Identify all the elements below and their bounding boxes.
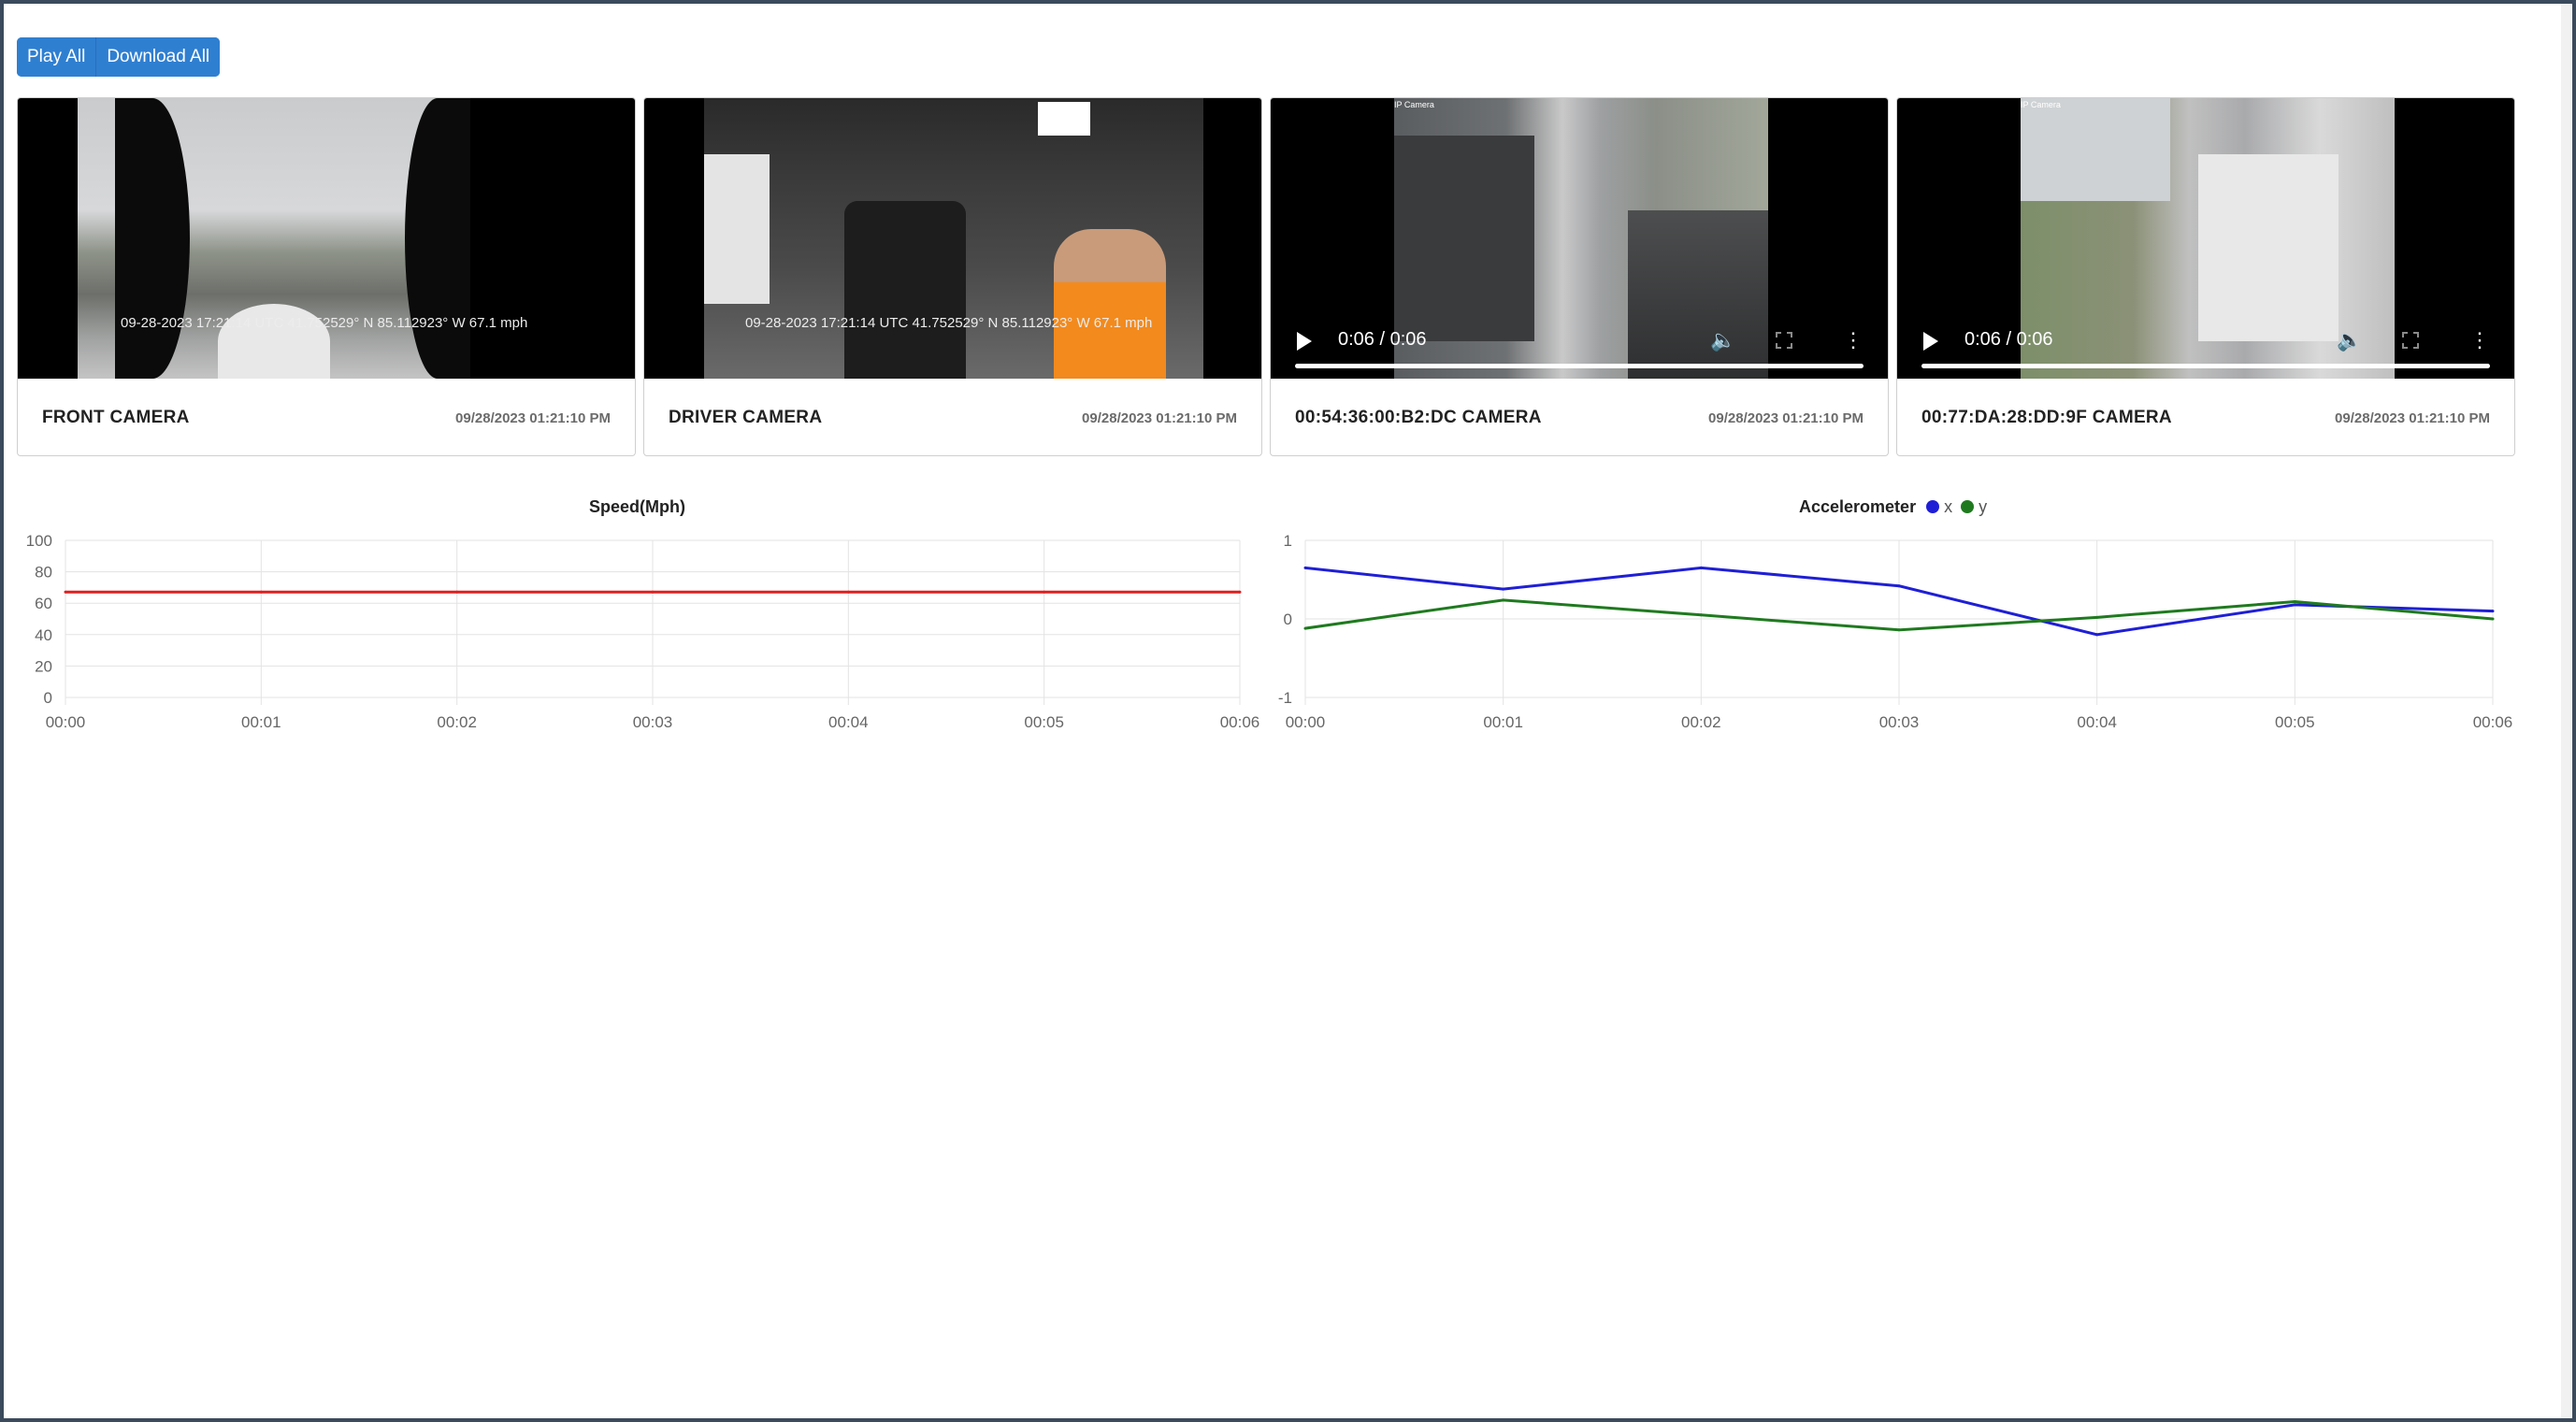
ip-camera-label: IP Camera — [2021, 100, 2061, 109]
chart-title-row: Accelerometer x y — [1799, 497, 1987, 517]
camera-card-driver: 09-28-2023 17:21:14 UTC 41.752529° N 85.… — [643, 97, 1262, 456]
camera-timestamp: 09/28/2023 01:21:10 PM — [1708, 409, 1864, 426]
camera-title: 00:54:36:00:B2:DC CAMERA — [1295, 408, 1542, 427]
play-all-button[interactable]: Play All — [17, 37, 96, 77]
data-point — [2293, 603, 2296, 607]
camera-frame[interactable]: 09-28-2023 17:21:14 UTC 41.752529° N 85.… — [644, 98, 1261, 379]
y-tick-label: 100 — [26, 532, 52, 550]
data-point — [455, 590, 459, 594]
y-tick-label: 1 — [1284, 532, 1292, 550]
y-tick-label: 0 — [44, 689, 52, 707]
download-all-button[interactable]: Download All — [95, 37, 221, 77]
y-tick-label: -1 — [1278, 689, 1292, 707]
y-tick-label: 60 — [35, 595, 52, 612]
x-tick-label: 00:02 — [1681, 713, 1721, 731]
data-point — [64, 590, 67, 594]
video-player[interactable]: IP Camera 0:06 / 0:06 🔈 ⋮ — [1271, 98, 1888, 379]
camera-timestamp: 09/28/2023 01:21:10 PM — [1082, 409, 1237, 426]
camera-card-ip-2: IP Camera 0:06 / 0:06 🔈 ⋮ 00:77:DA:28:DD… — [1896, 97, 2515, 456]
x-tick-label: 00:02 — [437, 713, 477, 731]
camera-title: DRIVER CAMERA — [669, 408, 823, 427]
toolbar: Play All Download All — [17, 37, 221, 77]
camera-card-ip-1: IP Camera 0:06 / 0:06 🔈 ⋮ 00:54:36:00:B2… — [1270, 97, 1889, 456]
video-player[interactable]: IP Camera 0:06 / 0:06 🔈 ⋮ — [1897, 98, 2514, 379]
x-tick-label: 00:05 — [1024, 713, 1064, 731]
data-point — [2095, 615, 2099, 619]
camera-overlay-text: 09-28-2023 17:21:14 UTC 41.752529° N 85.… — [745, 315, 1153, 331]
video-time: 0:06 / 0:06 — [1338, 329, 1427, 350]
camera-frame[interactable]: 09-28-2023 17:21:14 UTC 41.752529° N 85.… — [18, 98, 635, 379]
camera-cards: 09-28-2023 17:21:14 UTC 41.752529° N 85.… — [17, 97, 2515, 456]
play-icon[interactable] — [1923, 332, 1938, 351]
chart-title: Accelerometer — [1799, 497, 1917, 516]
chart-title: Speed(Mph) — [589, 497, 685, 516]
data-point — [2491, 617, 2495, 621]
data-point — [1897, 628, 1901, 632]
data-point — [1303, 566, 1307, 569]
x-tick-label: 00:00 — [1286, 713, 1326, 731]
front-camera-image — [78, 98, 470, 379]
x-tick-label: 00:03 — [1879, 713, 1920, 731]
legend-x-swatch — [1926, 500, 1940, 513]
play-icon[interactable] — [1297, 332, 1312, 351]
data-point — [651, 590, 655, 594]
y-tick-label: 80 — [35, 564, 52, 582]
data-point — [1502, 598, 1505, 602]
data-point — [1502, 587, 1505, 591]
x-tick-label: 00:06 — [1220, 713, 1260, 731]
x-tick-label: 00:05 — [2275, 713, 2315, 731]
camera-title: FRONT CAMERA — [42, 408, 190, 427]
data-point — [846, 590, 850, 594]
video-progress-bar[interactable] — [1921, 364, 2490, 368]
speed-chart: Speed(Mph) 0 20 40 60 80 100 00:00 00:01 00:02 00… — [17, 490, 1260, 756]
x-tick-label: 00:01 — [241, 713, 281, 731]
accelerometer-chart: Accelerometer x y -1 0 1 00:00 00:01 00:02 00:… — [1257, 490, 2528, 756]
more-options-icon[interactable]: ⋮ — [1843, 330, 1864, 351]
data-point — [1303, 626, 1307, 630]
data-point — [1238, 590, 1242, 594]
y-tick-label: 0 — [1284, 610, 1292, 628]
x-tick-label: 00:01 — [1483, 713, 1523, 731]
more-options-icon[interactable]: ⋮ — [2469, 330, 2490, 351]
data-point — [2095, 633, 2099, 637]
camera-card-front: 09-28-2023 17:21:14 UTC 41.752529° N 85.… — [17, 97, 636, 456]
camera-timestamp: 09/28/2023 01:21:10 PM — [2335, 409, 2490, 426]
video-controls: 0:06 / 0:06 🔈 ⋮ — [1271, 304, 1888, 379]
legend-y-label: y — [1979, 497, 1988, 516]
x-tick-label: 00:06 — [2473, 713, 2513, 731]
video-controls: 0:06 / 0:06 🔈 ⋮ — [1897, 304, 2514, 379]
scrollbar[interactable] — [2561, 4, 2572, 1418]
video-progress-bar[interactable] — [1295, 364, 1864, 368]
x-tick-label: 00:03 — [633, 713, 673, 731]
legend-x-label: x — [1944, 497, 1953, 516]
data-point — [1043, 590, 1046, 594]
camera-timestamp: 09/28/2023 01:21:10 PM — [455, 409, 611, 426]
driver-camera-image — [704, 98, 1203, 379]
fullscreen-icon[interactable] — [2402, 332, 2419, 349]
x-tick-label: 00:00 — [46, 713, 86, 731]
accelerometer-chart-svg: -1 0 1 00:00 00:01 00:02 00:03 00:04 00:05 00:06 — [1278, 532, 2513, 731]
data-point — [2491, 610, 2495, 613]
video-time: 0:06 / 0:06 — [1964, 329, 2053, 350]
volume-icon[interactable]: 🔈 — [1710, 330, 1735, 351]
y-tick-label: 40 — [35, 626, 52, 644]
data-point — [1699, 613, 1703, 617]
camera-overlay-text: 09-28-2023 17:21:14 UTC 41.752529° N 85.… — [121, 315, 528, 331]
x-tick-label: 00:04 — [828, 713, 869, 731]
data-point — [1699, 566, 1703, 569]
data-point — [1897, 584, 1901, 588]
data-point — [2293, 600, 2296, 604]
data-point — [259, 590, 263, 594]
ip-camera-label: IP Camera — [1394, 100, 1434, 109]
volume-icon[interactable]: 🔈 — [2337, 330, 2362, 351]
y-tick-label: 20 — [35, 657, 52, 675]
camera-title: 00:77:DA:28:DD:9F CAMERA — [1921, 408, 2172, 427]
legend-y-swatch — [1961, 500, 1975, 513]
fullscreen-icon[interactable] — [1776, 332, 1792, 349]
speed-chart-svg: 0 20 40 60 80 100 00:00 00:01 00:02 00:03 00:04 00:… — [26, 532, 1260, 731]
x-tick-label: 00:04 — [2077, 713, 2117, 731]
